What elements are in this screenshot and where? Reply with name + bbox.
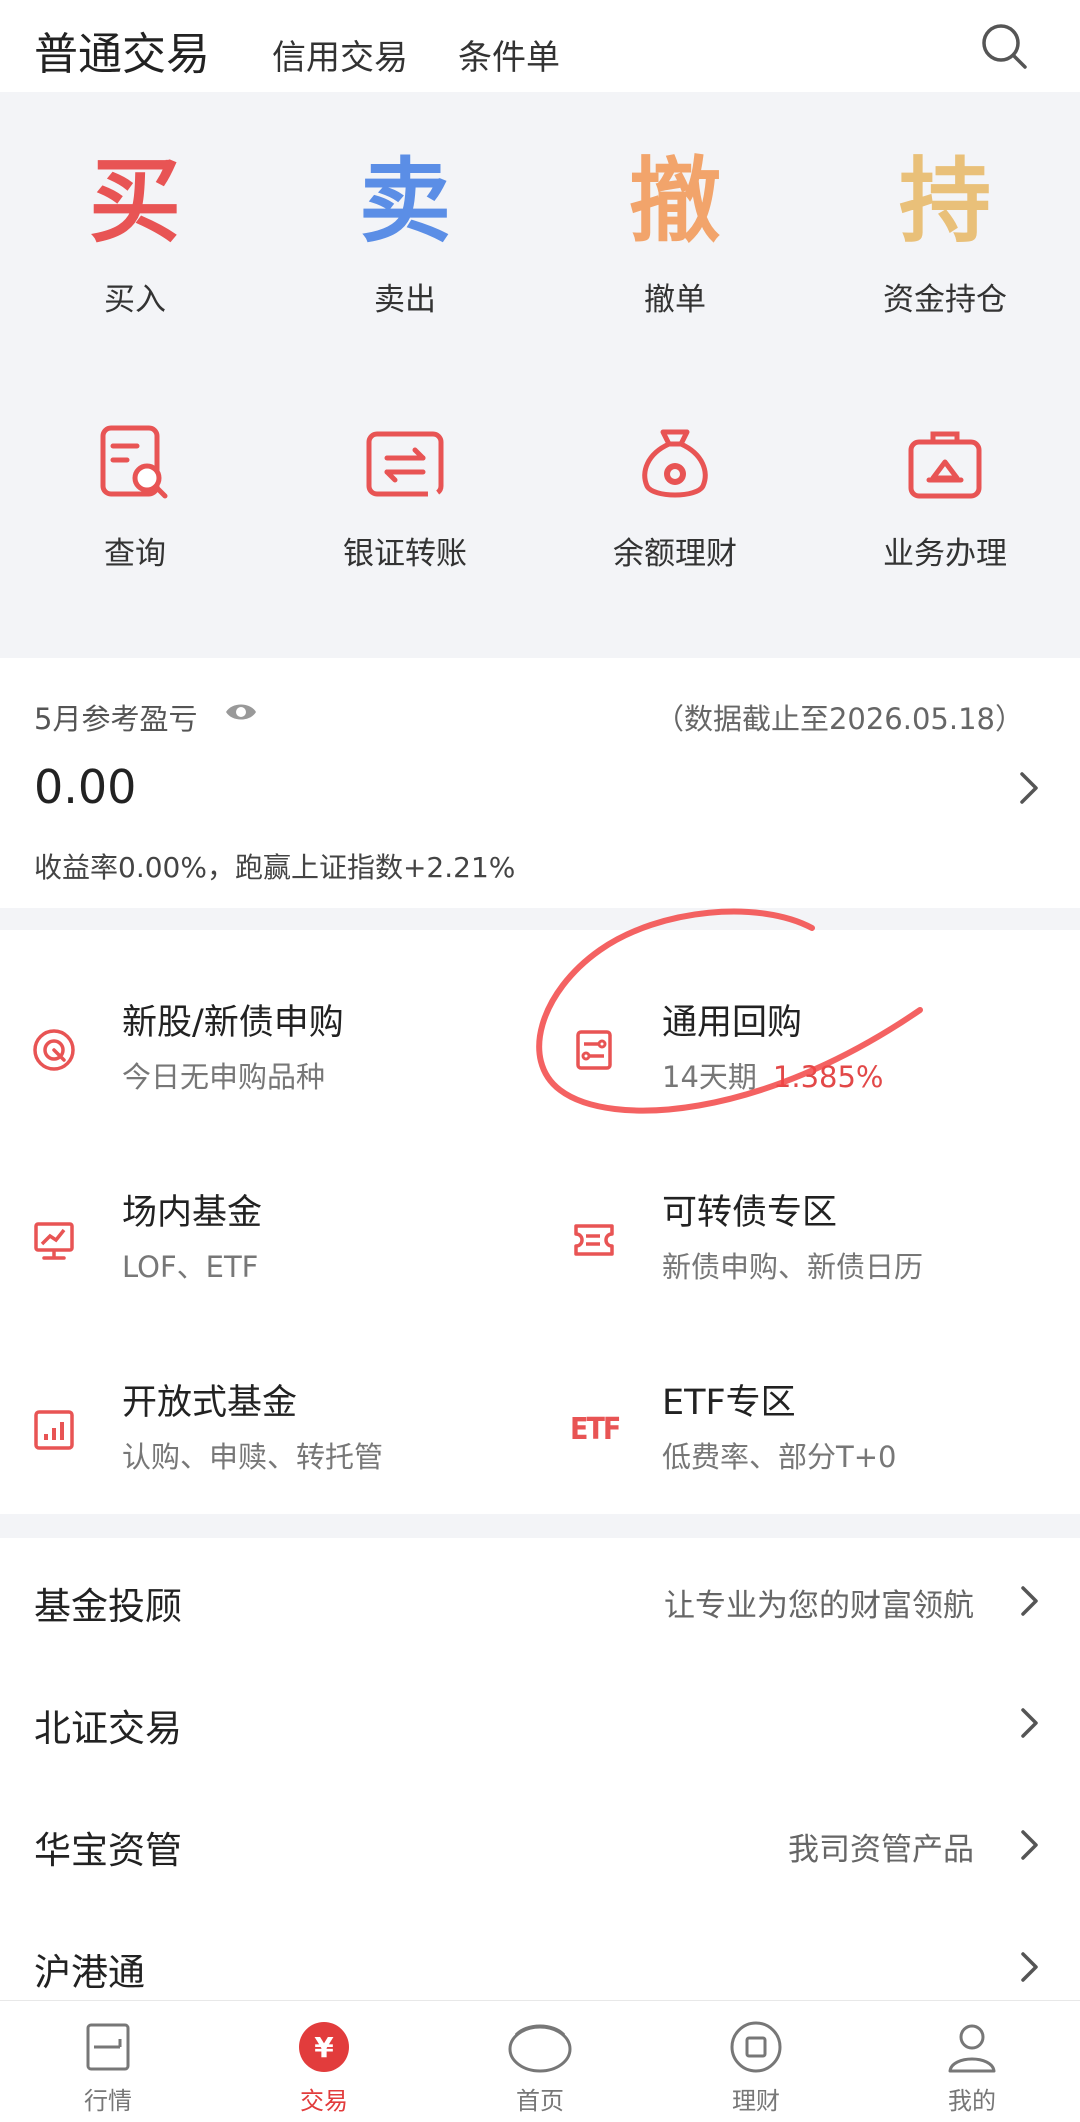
exchange-fund-item[interactable]: 场内基金 LOF、ETF — [0, 1172, 540, 1362]
product-title: ETF专区 — [662, 1383, 796, 1423]
pl-title: 5月参考盈亏 — [34, 702, 198, 736]
section-divider — [0, 1514, 1080, 1538]
query-label: 查询 — [104, 536, 166, 572]
row-title: 基金投顾 — [34, 1585, 182, 1628]
top-header: 普通交易 信用交易 条件单 — [0, 0, 1080, 92]
product-title: 新股/新债申购 — [122, 1003, 344, 1043]
buy-button[interactable]: 买 买入 — [0, 152, 270, 319]
nav-market[interactable]: 行情 — [0, 2001, 216, 2122]
query-button[interactable]: 查询 — [0, 422, 270, 573]
chevron-right-icon[interactable] — [1014, 768, 1042, 808]
repo-icon — [576, 1030, 612, 1070]
wealth-icon — [730, 2021, 782, 2073]
product-subtitle: 新债申购、新债日历 — [662, 1250, 924, 1284]
bank-transfer-label: 银证转账 — [343, 536, 467, 572]
cancel-label: 撤单 — [644, 282, 706, 318]
nav-label: 首页 — [516, 2087, 564, 2115]
yuan-icon: ¥ — [299, 2022, 349, 2072]
chevron-right-icon — [1021, 1708, 1038, 1738]
ipo-subscription-item[interactable]: 新股/新债申购 今日无申购品种 — [0, 982, 540, 1172]
convertible-bond-item[interactable]: 可转债专区 新债申购、新债日历 — [540, 1172, 1080, 1362]
nav-home[interactable]: 首页 — [432, 2001, 648, 2122]
repo-item[interactable]: 通用回购 14天期 1.385% — [540, 982, 1080, 1172]
business-handling-label: 业务办理 — [883, 536, 1007, 572]
nav-mine[interactable]: 我的 — [864, 2001, 1080, 2122]
nav-trade[interactable]: ¥ 交易 — [216, 2001, 432, 2122]
target-icon — [33, 1029, 75, 1071]
row-description: 我司资管产品 — [788, 1832, 974, 1868]
market-icon — [86, 2023, 130, 2071]
monitor-chart-icon — [34, 1222, 74, 1260]
monthly-pl-card[interactable]: 5月参考盈亏 （数据截止至2026.05.18） 0.00 收益率0.00%，跑… — [0, 660, 1080, 908]
business-handling-button[interactable]: 业务办理 — [810, 422, 1080, 573]
fund-advisor-row[interactable]: 基金投顾 让专业为您的财富领航 — [0, 1538, 1080, 1660]
transfer-icon — [366, 431, 444, 497]
bar-chart-icon — [34, 1410, 74, 1450]
holdings-label: 资金持仓 — [883, 282, 1007, 318]
product-subtitle: 今日无申购品种 — [122, 1060, 326, 1094]
ticket-icon — [574, 1224, 614, 1256]
product-title: 通用回购 — [662, 1003, 803, 1043]
pl-date: （数据截止至2026.05.18） — [654, 702, 1024, 736]
product-title: 可转债专区 — [662, 1193, 838, 1233]
search-icon[interactable] — [978, 20, 1030, 72]
product-subtitle: 低费率、部分T+0 — [662, 1440, 897, 1474]
holdings-button[interactable]: 持 资金持仓 — [810, 152, 1080, 319]
product-title: 场内基金 — [122, 1193, 263, 1233]
product-subtitle: LOF、ETF — [122, 1250, 259, 1284]
nav-wealth[interactable]: 理财 — [648, 2001, 864, 2122]
balance-wealth-button[interactable]: 余额理财 — [540, 422, 810, 573]
tab-credit-trade[interactable]: 信用交易 — [272, 30, 408, 79]
home-icon — [508, 2024, 572, 2073]
sell-glyph: 卖 — [358, 148, 451, 255]
row-description: 让专业为您的财富领航 — [664, 1588, 974, 1624]
tab-normal-trade[interactable]: 普通交易 — [34, 18, 210, 82]
product-subtitle: 14天期 1.385% — [662, 1060, 884, 1094]
buy-glyph: 买 — [88, 148, 181, 255]
sell-label: 卖出 — [374, 282, 436, 318]
product-title: 开放式基金 — [122, 1383, 298, 1423]
nav-label: 交易 — [300, 2087, 348, 2115]
buy-label: 买入 — [104, 282, 166, 318]
eye-icon[interactable] — [224, 700, 258, 724]
svg-text:¥: ¥ — [314, 2031, 334, 2064]
chevron-right-icon — [1021, 1952, 1038, 1982]
repo-rate: 1.385% — [772, 1060, 884, 1094]
row-title: 沪港通 — [34, 1951, 145, 1994]
tab-condition-order[interactable]: 条件单 — [458, 30, 560, 79]
chevron-right-icon — [1021, 1586, 1038, 1616]
sell-button[interactable]: 卖 卖出 — [270, 152, 540, 319]
asset-management-row[interactable]: 华宝资管 我司资管产品 — [0, 1782, 1080, 1904]
cancel-glyph: 撤 — [628, 148, 721, 255]
user-icon — [948, 2024, 996, 2073]
bank-transfer-button[interactable]: 银证转账 — [270, 422, 540, 573]
pl-footer: 收益率0.00%，跑赢上证指数+2.21% — [34, 851, 516, 884]
section-divider — [0, 908, 1080, 930]
briefcase-icon — [908, 431, 982, 499]
bottom-nav: 行情 ¥ 交易 首页 理财 我的 — [0, 2000, 1080, 2122]
etf-text-icon: ETF — [570, 1412, 621, 1447]
cancel-order-button[interactable]: 撤 撤单 — [540, 152, 810, 319]
product-grid: 新股/新债申购 今日无申购品种 通用回购 14天期 1.385% 场内基金 LOF… — [0, 930, 1080, 1514]
nav-label: 理财 — [732, 2087, 780, 2115]
row-title: 北证交易 — [34, 1707, 182, 1750]
product-subtitle: 认购、申赎、转托管 — [122, 1440, 384, 1474]
bse-trade-row[interactable]: 北证交易 — [0, 1660, 1080, 1782]
nav-label: 我的 — [948, 2087, 996, 2115]
nav-label: 行情 — [84, 2087, 132, 2115]
money-bag-icon — [642, 429, 708, 498]
balance-wealth-label: 余额理财 — [613, 536, 737, 572]
quick-actions-panel: 买 买入 卖 卖出 撤 撤单 持 资金持仓 查询 银证转账 余额理财 业务办理 — [0, 92, 1080, 658]
query-icon — [100, 425, 168, 499]
holdings-glyph: 持 — [898, 148, 991, 255]
row-title: 华宝资管 — [34, 1829, 182, 1872]
chevron-right-icon — [1021, 1830, 1038, 1860]
pl-value: 0.00 — [34, 760, 137, 814]
